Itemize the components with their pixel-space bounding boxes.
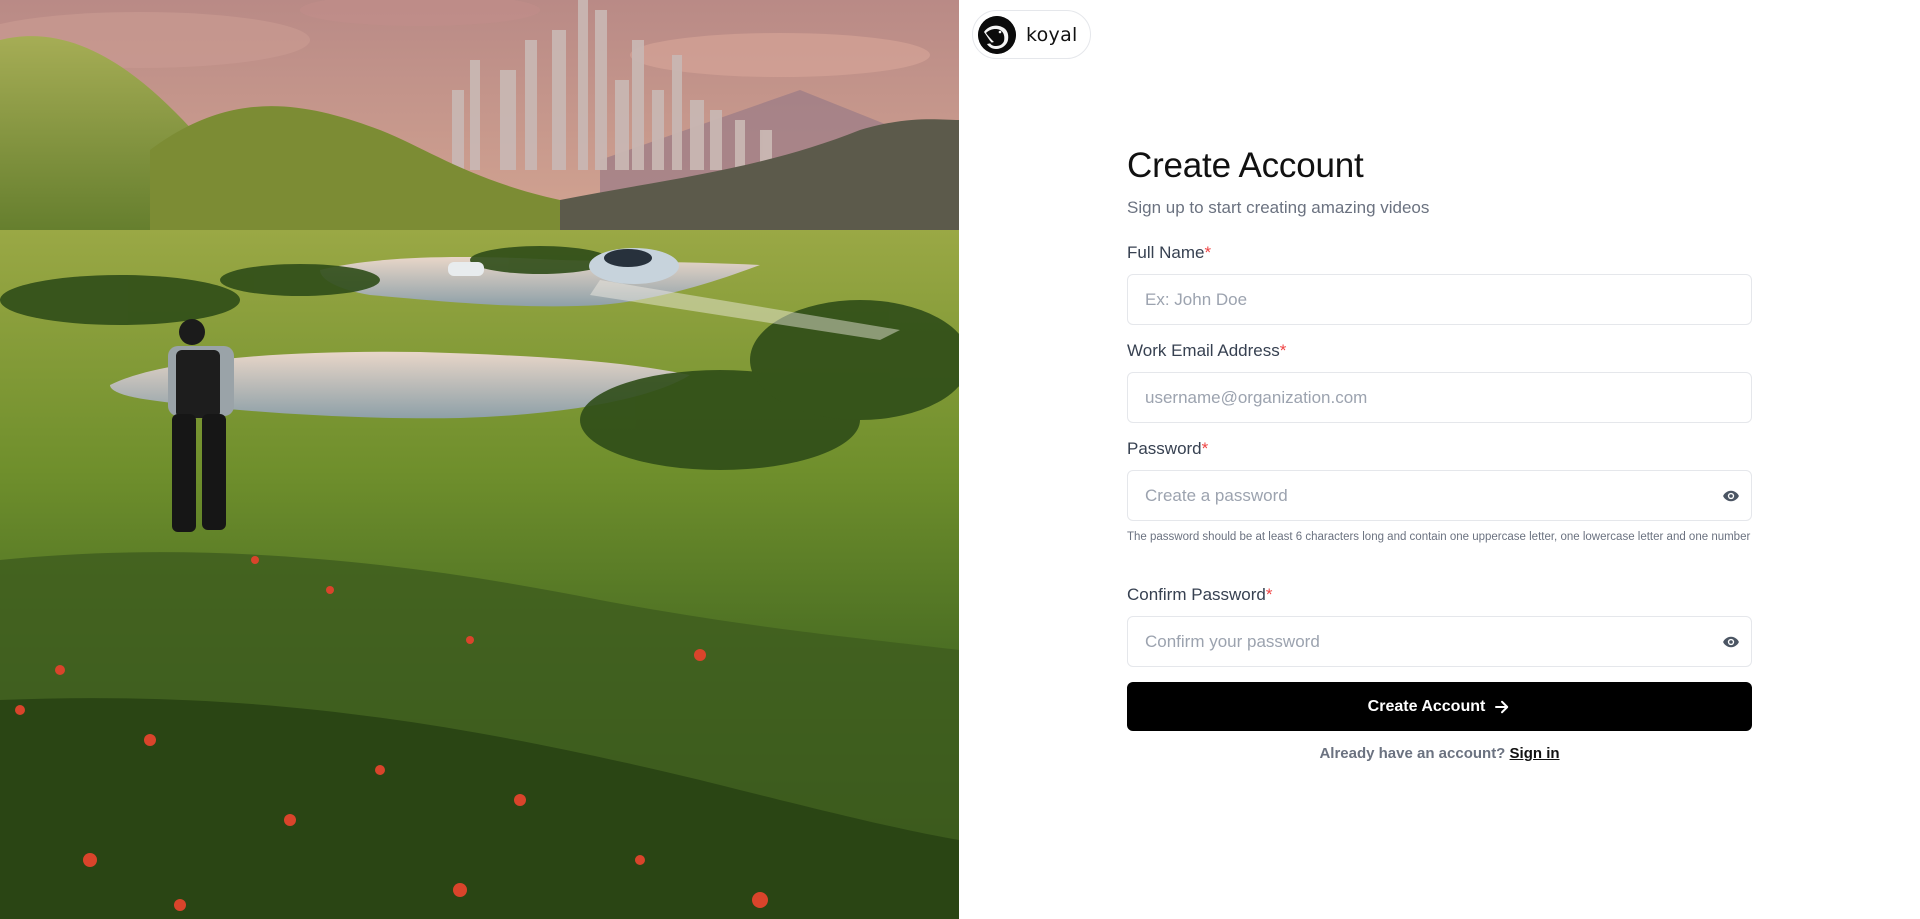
hero-illustration bbox=[0, 0, 959, 919]
required-mark: * bbox=[1279, 341, 1287, 360]
create-account-button[interactable]: Create Account bbox=[1127, 682, 1752, 731]
signin-prompt: Already have an account? bbox=[1319, 745, 1506, 762]
email-label: Work Email Address* bbox=[1127, 341, 1287, 360]
page-title: Create Account bbox=[1127, 146, 1364, 185]
landscape-image bbox=[0, 0, 959, 919]
page-subtitle: Sign up to start creating amazing videos bbox=[1127, 198, 1430, 217]
email-field bbox=[1127, 372, 1752, 423]
eye-icon[interactable] bbox=[1722, 633, 1740, 651]
confirm-password-input[interactable] bbox=[1127, 616, 1752, 667]
confirm-password-label: Confirm Password* bbox=[1127, 585, 1273, 604]
email-input[interactable] bbox=[1127, 372, 1752, 423]
bird-logo-icon bbox=[978, 15, 1016, 54]
full-name-input[interactable] bbox=[1127, 274, 1752, 325]
create-account-label: Create Account bbox=[1367, 697, 1486, 715]
signin-link[interactable]: Sign in bbox=[1510, 745, 1560, 762]
brand-logo[interactable]: koyal bbox=[972, 10, 1091, 59]
required-mark: * bbox=[1265, 585, 1273, 604]
password-input[interactable] bbox=[1127, 470, 1752, 521]
arrow-right-icon bbox=[1495, 700, 1509, 713]
signup-form: Create Account Sign up to start creating… bbox=[1127, 140, 1752, 762]
full-name-label: Full Name* bbox=[1127, 243, 1212, 262]
brand-name: koyal bbox=[1026, 23, 1078, 46]
password-label: Password* bbox=[1127, 439, 1209, 458]
eye-icon[interactable] bbox=[1722, 487, 1740, 505]
confirm-password-field bbox=[1127, 616, 1752, 667]
full-name-field bbox=[1127, 274, 1752, 325]
required-mark: * bbox=[1201, 439, 1209, 458]
signin-row: Already have an account? Sign in bbox=[1127, 745, 1752, 762]
required-mark: * bbox=[1204, 243, 1212, 262]
password-field bbox=[1127, 470, 1752, 521]
password-hint: The password should be at least 6 charac… bbox=[1127, 531, 1751, 543]
